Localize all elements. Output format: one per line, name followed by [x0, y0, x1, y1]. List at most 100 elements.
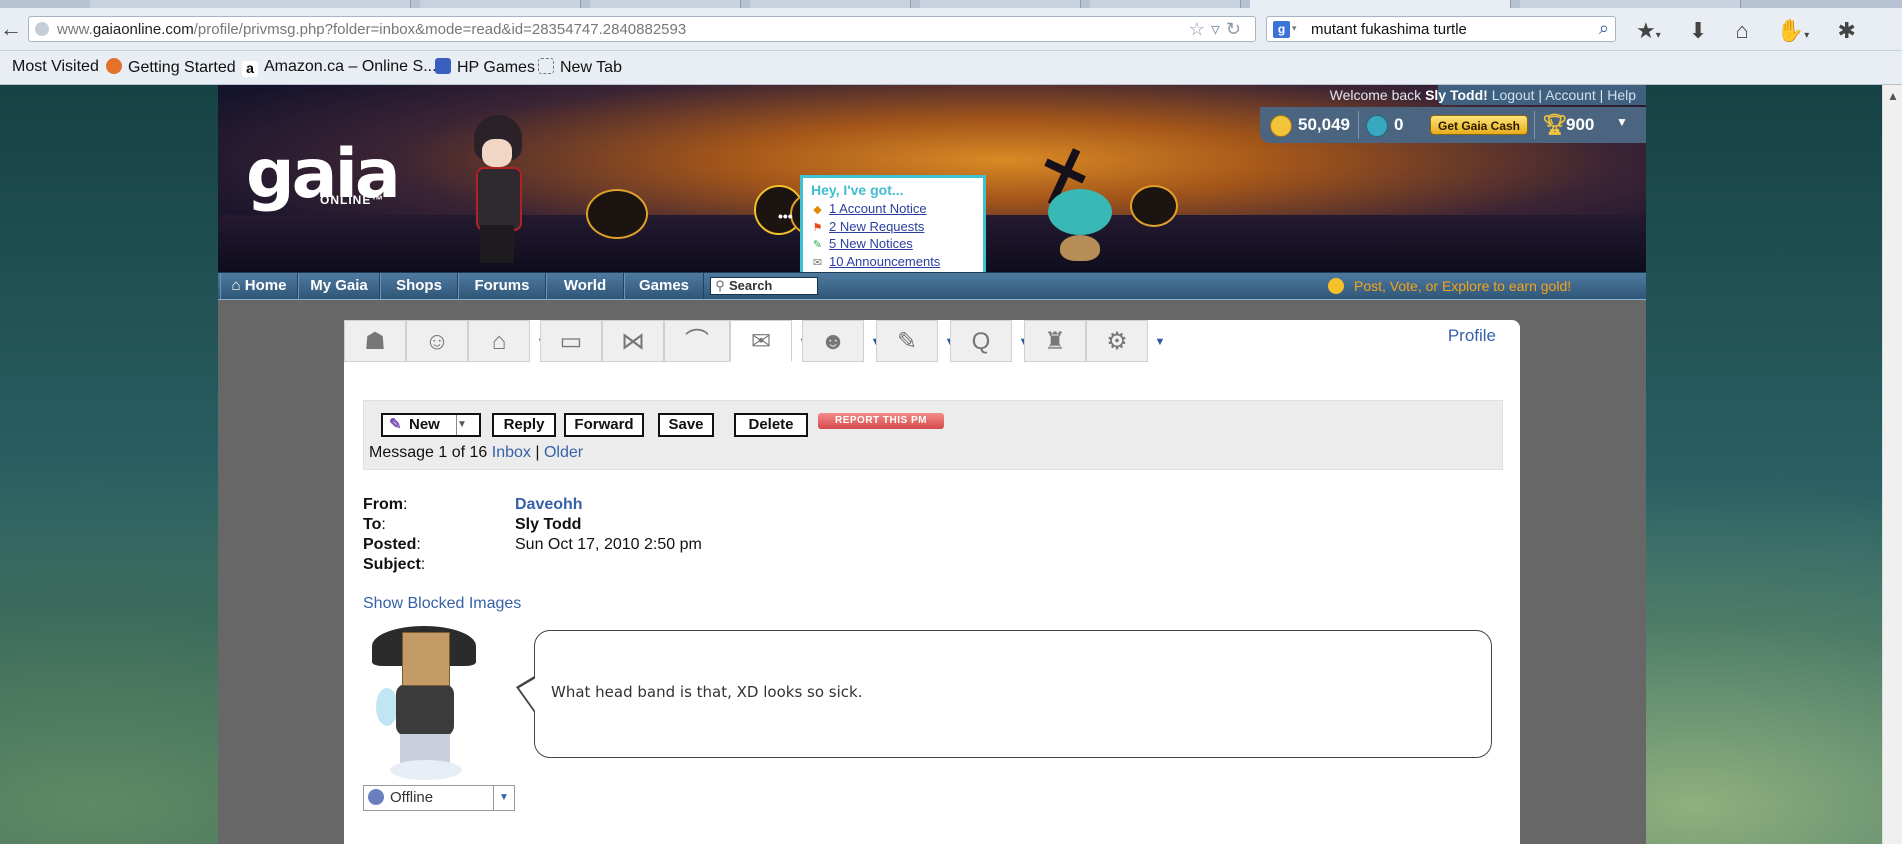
extension-icon[interactable]: ✱	[1837, 18, 1855, 44]
gear-dropdown-icon[interactable]: ▼	[1151, 321, 1169, 363]
report-pm-button[interactable]: REPORT THIS PM	[818, 413, 944, 429]
bookmarks-menu-icon[interactable]: ★▾	[1636, 18, 1661, 44]
bookmark-new-tab[interactable]: New Tab	[538, 58, 622, 77]
reply-button[interactable]: Reply	[492, 413, 556, 437]
nav-shops[interactable]: Shops	[380, 273, 458, 299]
browser-tab-active[interactable]	[1250, 0, 1511, 8]
bookmark-hp-games[interactable]: HP Games	[435, 58, 535, 77]
nav-home[interactable]: ⌂ Home	[220, 273, 298, 299]
nav-games[interactable]: Games	[624, 273, 704, 299]
browser-tab[interactable]	[1090, 0, 1241, 8]
hanger-icon[interactable]: ⌒	[664, 320, 730, 362]
profile-link[interactable]: Profile	[1448, 326, 1496, 346]
hp-games-icon	[435, 58, 451, 74]
username[interactable]: Sly Todd!	[1425, 87, 1488, 103]
bookmark-star-icon[interactable]: ☆	[1189, 19, 1211, 39]
browser-tab[interactable]	[90, 0, 411, 8]
mail-icon[interactable]: ✉▼	[730, 320, 809, 362]
browser-tab[interactable]	[420, 0, 581, 8]
message-body: What head band is that, XD looks so sick…	[551, 683, 863, 701]
downloads-icon[interactable]: ⬇	[1689, 18, 1707, 44]
journal-icon[interactable]: ✎▼	[876, 320, 955, 362]
bookmark-getting-started[interactable]: Getting Started	[106, 58, 236, 77]
delete-button[interactable]: Delete	[734, 413, 808, 437]
avatar-icon[interactable]: ☺	[406, 320, 468, 362]
search-icon: ⚲	[715, 278, 725, 293]
gaia-site: gaia ONLINE™ Welcome back Sly Todd! Logo…	[218, 85, 1646, 844]
google-icon[interactable]: g	[1273, 21, 1290, 38]
back-arrow-icon[interactable]: ←	[0, 15, 22, 43]
trophy-count: 900	[1566, 115, 1595, 134]
announcements-link[interactable]: 10 Announcements	[829, 254, 940, 269]
home-icon[interactable]: ⌂	[1735, 18, 1748, 44]
new-notices-link[interactable]: 5 New Notices	[829, 236, 913, 251]
url-field[interactable]: www.gaiaonline.com/profile/privmsg.php?f…	[28, 16, 1256, 42]
dropdown-icon[interactable]: ▿	[1211, 19, 1226, 39]
browser-toolbar-icons: ★▾ ⬇ ⌂ ✋▾ ✱	[1636, 18, 1878, 44]
navigation-toolbar: ← www.gaiaonline.com/profile/privmsg.php…	[0, 8, 1902, 51]
main-nav: ⌂ Home My Gaia Shops Forums World Games …	[218, 272, 1646, 300]
search-field[interactable]: g ▾ mutant fukashima turtle ⌕	[1266, 16, 1616, 42]
addon-icon[interactable]: ✋▾	[1777, 18, 1809, 44]
older-link[interactable]: Older	[544, 444, 583, 461]
help-link[interactable]: Help	[1607, 87, 1636, 103]
nav-my-gaia[interactable]: My Gaia	[298, 273, 380, 299]
bookmark-label: Getting Started	[128, 59, 236, 76]
earn-gold-link[interactable]: Post, Vote, or Explore to earn gold!	[1328, 273, 1571, 299]
status-dropdown-icon[interactable]: ▼	[493, 786, 514, 810]
trophy-icon[interactable]: ♜	[1024, 320, 1086, 362]
sender-link[interactable]: Daveohh	[515, 495, 583, 515]
user-avatar[interactable]	[466, 115, 528, 265]
show-blocked-images-link[interactable]: Show Blocked Images	[363, 595, 521, 613]
nav-world[interactable]: World	[546, 273, 624, 299]
account-notice-link[interactable]: 1 Account Notice	[829, 201, 927, 216]
forward-button[interactable]: Forward	[564, 413, 644, 437]
aquarium-fish-icon[interactable]: ⋈	[602, 320, 664, 362]
bookmark-most-visited[interactable]: Most Visited	[12, 58, 99, 76]
search-icon[interactable]: ⌕	[1599, 18, 1609, 39]
get-gaia-cash-button[interactable]: Get Gaia Cash	[1430, 115, 1528, 135]
tab-strip[interactable]	[0, 0, 1902, 8]
new-requests-link[interactable]: 2 New Requests	[829, 219, 924, 234]
new-dropdown-icon[interactable]: ▼	[456, 415, 479, 435]
online-status-select[interactable]: Offline ▼	[363, 785, 515, 811]
house-icon[interactable]: ⌂▼	[468, 320, 547, 362]
account-link[interactable]: Account	[1545, 87, 1596, 103]
car-icon[interactable]: ▭	[540, 320, 602, 362]
message-position: Message 1 of 16	[369, 444, 488, 461]
pumpkin-icon	[586, 189, 648, 239]
scroll-up-icon[interactable]: ▲	[1887, 89, 1899, 103]
message-card: ☗ ☺ ⌂▼ ▭ ⋈ ⌒ ✉▼ ☻▼ ✎▼ Q▼ ♜ ⚙▼ Profile ✎ N…	[344, 320, 1520, 844]
posted-date: Sun Oct 17, 2010 2:50 pm	[515, 536, 702, 553]
gaia-home-icon[interactable]: ☗	[344, 320, 406, 362]
new-button[interactable]: ✎ New ▼	[381, 413, 481, 437]
reload-icon[interactable]: ↻	[1226, 19, 1247, 39]
browser-tab[interactable]	[590, 0, 741, 8]
logout-link[interactable]: Logout	[1492, 87, 1535, 103]
browser-tab[interactable]	[1520, 0, 1741, 8]
browser-tab[interactable]	[920, 0, 1081, 8]
gold-coin-icon	[1328, 278, 1344, 294]
search-q-icon[interactable]: Q▼	[950, 320, 1029, 362]
friends-icon[interactable]: ☻▼	[802, 320, 881, 362]
engine-dropdown-icon[interactable]: ▾	[1292, 23, 1297, 34]
bookmark-amazon[interactable]: a Amazon.ca – Online S...	[242, 58, 437, 77]
gold-icon	[1270, 115, 1292, 137]
inbox-link[interactable]: Inbox	[492, 444, 531, 461]
trophy-icon: 🏆︎	[1542, 114, 1568, 136]
pumpkin-icon	[1130, 185, 1178, 227]
nav-forums[interactable]: Forums	[458, 273, 546, 299]
save-button[interactable]: Save	[658, 413, 714, 437]
amazon-icon: a	[242, 61, 258, 77]
currency-dropdown-icon[interactable]: ▼	[1616, 115, 1628, 129]
status-text: Offline	[390, 789, 434, 806]
nav-search-input[interactable]: ⚲ Search	[710, 277, 818, 295]
welcome-text: Welcome back	[1329, 87, 1422, 103]
posted-label: Posted:	[363, 536, 421, 553]
sender-avatar[interactable]	[366, 622, 482, 782]
page-scrollbar[interactable]: ▲	[1882, 85, 1902, 844]
gear-icon[interactable]: ⚙ ▼	[1086, 320, 1165, 362]
browser-tab[interactable]	[750, 0, 911, 8]
status-icon	[368, 789, 384, 805]
gold-amount: 50,049	[1298, 115, 1350, 134]
